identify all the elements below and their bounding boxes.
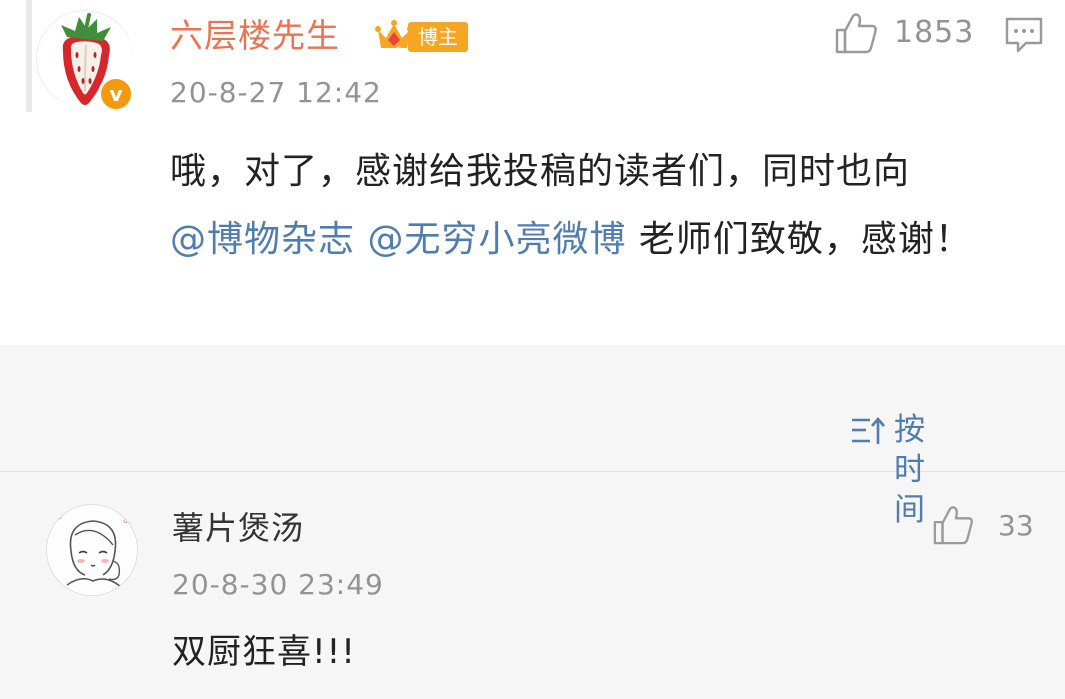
sketch-girl-avatar: ✿✿ bbox=[47, 505, 137, 595]
blogger-badge-label: 博主 bbox=[408, 22, 468, 52]
weibo-post-card: v 六层楼先生 6 博主 20-8-27 12:42 1853 哦，对了，感谢给… bbox=[0, 0, 1065, 345]
comment-sort-bar: 按时间 bbox=[0, 372, 1065, 528]
quote-bar bbox=[26, 0, 32, 112]
comment-like-count: 33 bbox=[998, 509, 1034, 542]
post-body: 哦，对了，感谢给我投稿的读者们，同时也向 @博物杂志 @无穷小亮微博 老师们致敬，… bbox=[170, 138, 1030, 274]
post-like-count: 1853 bbox=[894, 15, 975, 50]
comment-item: ✿ ✿ 薯片煲汤 20-8-30 23:49 双厨狂喜!!! 33 bbox=[0, 474, 1065, 699]
comment-icon[interactable] bbox=[1004, 16, 1044, 54]
mention-link[interactable]: @博物杂志 @无穷小亮微博 bbox=[170, 219, 626, 260]
comment-body: 双厨狂喜!!! bbox=[172, 632, 356, 672]
svg-text:✿: ✿ bbox=[57, 514, 62, 521]
post-text-segment: 哦，对了，感谢给我投稿的读者们，同时也向 bbox=[170, 151, 911, 192]
svg-text:6: 6 bbox=[396, 46, 402, 54]
comment-timestamp: 20-8-30 23:49 bbox=[172, 568, 384, 601]
comment-author-name[interactable]: 薯片煲汤 bbox=[172, 506, 304, 550]
post-text-segment: 老师们致敬，感谢！ bbox=[626, 219, 972, 260]
blogger-badge: 6 博主 bbox=[374, 18, 470, 54]
commenter-avatar[interactable]: ✿ ✿ bbox=[46, 504, 138, 596]
post-timestamp: 20-8-27 12:42 bbox=[170, 76, 382, 109]
thumbs-up-icon bbox=[933, 506, 973, 545]
thumbs-up-icon bbox=[835, 13, 877, 54]
post-author-name[interactable]: 六层楼先生 bbox=[170, 14, 340, 58]
sort-icon bbox=[852, 417, 885, 444]
svg-text:✿: ✿ bbox=[123, 518, 128, 525]
verified-badge-icon: v bbox=[98, 76, 134, 112]
